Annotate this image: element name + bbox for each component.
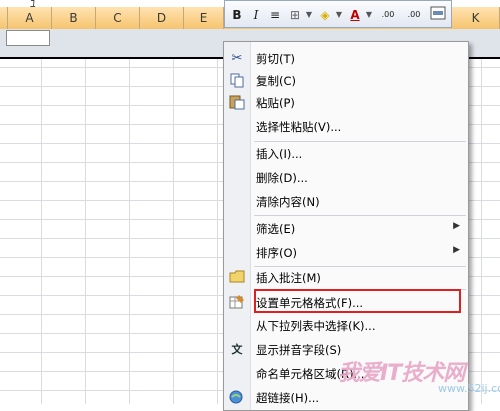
fill-dropdown-icon[interactable]: ▼ <box>335 6 343 24</box>
menu-item-insert[interactable]: 插入(I)... <box>224 143 468 165</box>
border-button[interactable]: ⊞ <box>287 6 303 24</box>
menu-item-copy[interactable]: 复制(C) <box>224 70 468 92</box>
menu-item-delete[interactable]: 删除(D)... <box>224 167 468 189</box>
menu-item-paste-special[interactable]: 选择性粘贴(V)... <box>224 116 468 138</box>
format-cells-icon <box>228 294 246 312</box>
italic-button[interactable]: I <box>249 6 263 24</box>
column-header-k[interactable]: K <box>452 7 500 29</box>
align-center-button[interactable]: ≡ <box>267 6 283 24</box>
font-color-button[interactable]: A <box>347 6 363 24</box>
highlight-annotation <box>254 289 461 313</box>
submenu-arrow-icon: ▶ <box>453 221 460 231</box>
watermark-url: www.52ij.com <box>438 382 500 395</box>
merge-cells-icon[interactable] <box>429 6 447 24</box>
select-all-corner[interactable] <box>0 7 8 29</box>
menu-item-sort[interactable]: 排序(O) ▶ <box>224 242 468 264</box>
menu-item-pick-from-list[interactable]: 从下拉列表中选择(K)... <box>224 315 468 337</box>
column-header-b[interactable]: B <box>52 7 96 29</box>
menu-separator <box>254 215 466 216</box>
menu-item-cut[interactable]: ✂ 剪切(T) <box>224 48 468 70</box>
copy-icon <box>228 72 246 90</box>
submenu-arrow-icon: ▶ <box>453 245 460 255</box>
column-header-c[interactable]: C <box>96 7 140 29</box>
decrease-decimal-button[interactable]: .00 <box>403 6 425 24</box>
fill-color-button[interactable]: ◈ <box>317 6 333 24</box>
border-dropdown-icon[interactable]: ▼ <box>305 6 313 24</box>
bold-button[interactable]: B <box>229 6 245 24</box>
column-header-e[interactable]: E <box>184 7 224 29</box>
hyperlink-icon <box>228 389 246 407</box>
paste-icon <box>228 94 246 112</box>
column-header-a[interactable]: A <box>8 7 52 29</box>
active-cell[interactable] <box>6 30 50 46</box>
watermark: 我爱IT技术网 www.52ij.com <box>330 355 500 404</box>
column-header-d[interactable]: D <box>140 7 184 29</box>
scissors-icon: ✂ <box>231 51 243 66</box>
menu-item-paste[interactable]: 粘贴(P) <box>224 92 468 114</box>
menu-item-clear-contents[interactable]: 清除内容(N) <box>224 191 468 213</box>
menu-item-filter[interactable]: 筛选(E) ▶ <box>224 218 468 240</box>
increase-decimal-button[interactable]: .00 <box>377 6 399 24</box>
menu-separator <box>254 141 466 142</box>
comment-icon <box>228 269 246 287</box>
menu-item-insert-comment[interactable]: 插入批注(M) <box>224 267 468 289</box>
font-color-dropdown-icon[interactable]: ▼ <box>365 6 373 24</box>
mini-toolbar: B I ≡ ⊞ ▼ ◈ ▼ A ▼ .00 .00 <box>224 0 452 28</box>
phonetic-icon: 文 <box>231 343 243 356</box>
